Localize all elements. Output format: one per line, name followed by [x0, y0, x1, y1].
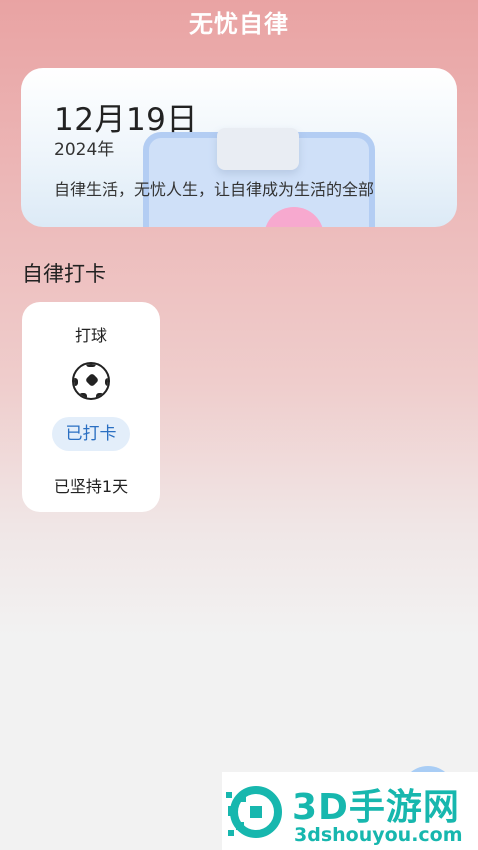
habit-name: 打球: [74, 326, 107, 345]
date-banner: 12月19日 2024年 自律生活，无忧人生，让自律成为生活的全部: [21, 68, 457, 227]
habit-card[interactable]: 打球 已打卡 已坚持1天: [22, 302, 160, 512]
checked-in-badge[interactable]: 已打卡: [52, 417, 130, 451]
current-year: 2024年: [54, 140, 115, 160]
watermark: 3D手游网 3dshouyou.com: [222, 772, 478, 850]
clipboard-clip: [217, 128, 299, 170]
page-title: 无忧自律: [189, 10, 289, 38]
watermark-url: 3dshouyou.com: [294, 824, 463, 846]
section-title: 自律打卡: [22, 262, 106, 286]
current-date: 12月19日: [54, 102, 198, 138]
soccer-ball-icon: [72, 362, 110, 400]
watermark-title: 3D手游网: [292, 787, 460, 828]
streak-text: 已坚持1天: [53, 477, 129, 496]
slogan-text: 自律生活，无忧人生，让自律成为生活的全部: [54, 180, 375, 199]
watermark-logo-icon: [226, 786, 282, 838]
